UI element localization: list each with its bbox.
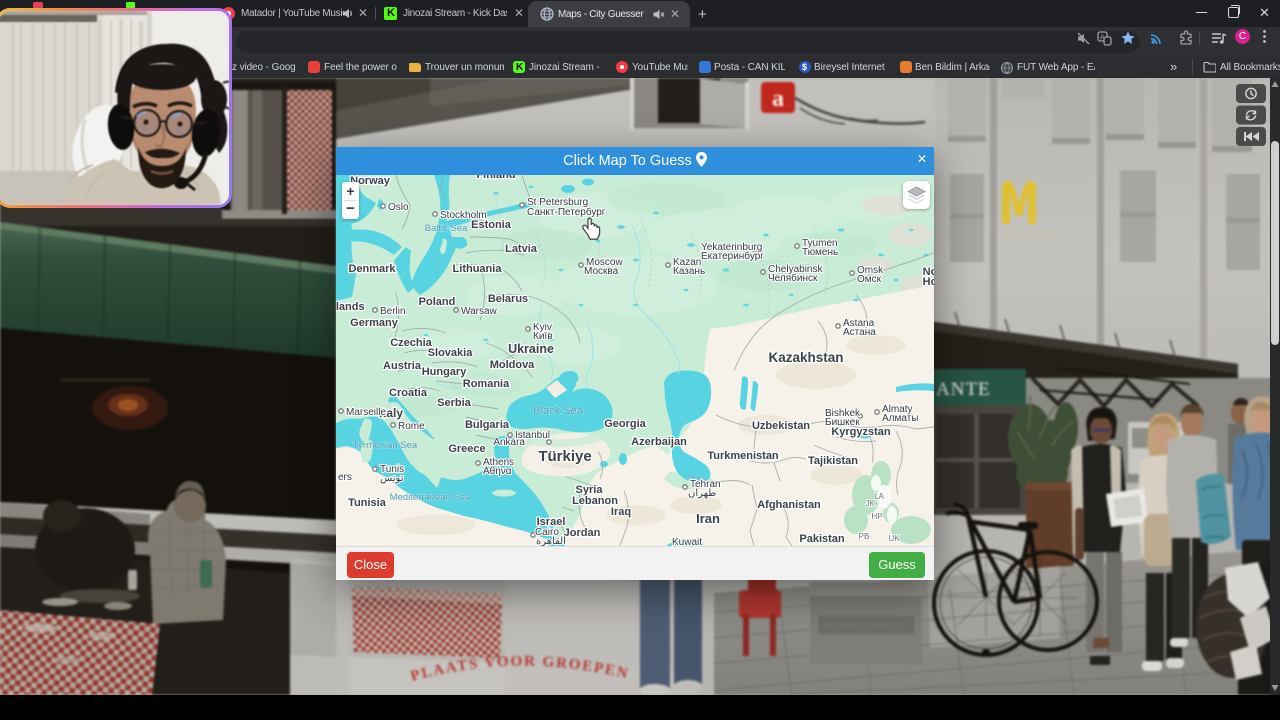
svg-text:Iran: Iran bbox=[696, 511, 720, 526]
svg-text:HP: HP bbox=[871, 512, 882, 521]
svg-text:Uzbekistan: Uzbekistan bbox=[752, 420, 810, 432]
svg-text:Marseille: Marseille bbox=[346, 407, 386, 418]
svg-text:JK: JK bbox=[865, 499, 875, 508]
svg-text:Turkmenistan: Turkmenistan bbox=[707, 450, 779, 462]
svg-text:Black Sea: Black Sea bbox=[533, 405, 583, 417]
svg-text:Jordan: Jordan bbox=[564, 527, 601, 539]
svg-text:Greece: Greece bbox=[448, 443, 485, 455]
svg-text:Ho: Ho bbox=[923, 276, 934, 288]
svg-text:UK: UK bbox=[888, 534, 900, 543]
svg-text:Latvia: Latvia bbox=[505, 243, 538, 255]
svg-text:Berlin: Berlin bbox=[380, 306, 406, 317]
svg-text:تونس: تونس bbox=[380, 473, 404, 484]
svg-text:Kazakhstan: Kazakhstan bbox=[768, 350, 843, 365]
svg-text:Germany: Germany bbox=[350, 317, 399, 329]
svg-text:Ankara: Ankara bbox=[493, 437, 525, 448]
svg-text:Бишкек: Бишкек bbox=[825, 417, 860, 428]
svg-text:Serbia: Serbia bbox=[437, 397, 472, 409]
svg-text:Москва: Москва bbox=[584, 266, 619, 277]
svg-text:Finland: Finland bbox=[476, 175, 515, 181]
svg-text:Ukraine: Ukraine bbox=[508, 342, 554, 356]
svg-text:Санкт-Петербург: Санкт-Петербург bbox=[527, 206, 606, 218]
svg-text:Тюмень: Тюмень bbox=[802, 247, 838, 258]
svg-text:Warsaw: Warsaw bbox=[461, 306, 498, 317]
svg-text:Afghanistan: Afghanistan bbox=[757, 499, 821, 511]
svg-text:Αθήνα: Αθήνα bbox=[483, 465, 512, 477]
svg-text:ANTE: ANTE bbox=[936, 379, 991, 400]
svg-text:Türkiye: Türkiye bbox=[538, 448, 591, 465]
svg-text:Омск: Омск bbox=[857, 274, 882, 285]
svg-text:Hungary: Hungary bbox=[422, 366, 468, 378]
svg-text:Tajikistan: Tajikistan bbox=[808, 455, 858, 467]
svg-text:Baltic Sea: Baltic Sea bbox=[425, 223, 468, 234]
svg-text:LA: LA bbox=[874, 492, 884, 501]
svg-text:Moldova: Moldova bbox=[490, 359, 535, 371]
svg-text:طهران: طهران bbox=[688, 488, 716, 499]
svg-text:Tunisia: Tunisia bbox=[348, 497, 387, 509]
svg-text:Bulgaria: Bulgaria bbox=[465, 419, 510, 431]
svg-text:Denmark: Denmark bbox=[348, 263, 396, 275]
svg-text:Romania: Romania bbox=[463, 378, 510, 390]
svg-text:NIEMEHCELEBRNZN: NIEMEHCELEBRNZN bbox=[822, 622, 902, 631]
svg-text:Челябинск: Челябинск bbox=[768, 272, 818, 284]
svg-text:Rome: Rome bbox=[398, 421, 425, 432]
svg-text:Lithuania: Lithuania bbox=[453, 263, 503, 275]
svg-text:Azerbaijan: Azerbaijan bbox=[631, 436, 687, 448]
svg-text:Czechia: Czechia bbox=[390, 337, 432, 349]
svg-text:Казань: Казань bbox=[673, 266, 705, 277]
svg-text:ers: ers bbox=[338, 472, 352, 483]
svg-text:Belarus: Belarus bbox=[488, 293, 528, 305]
svg-text:Київ: Київ bbox=[533, 331, 553, 342]
svg-text:Austria: Austria bbox=[383, 360, 422, 372]
svg-text:Stockholm: Stockholm bbox=[440, 210, 487, 221]
svg-text:Астана: Астана bbox=[843, 327, 876, 338]
svg-text:erlands: erlands bbox=[336, 301, 365, 313]
svg-text:a: a bbox=[772, 86, 784, 112]
svg-text:Iraq: Iraq bbox=[611, 506, 631, 518]
svg-text:Poland: Poland bbox=[419, 296, 456, 308]
svg-text:Алматы: Алматы bbox=[882, 413, 919, 424]
svg-text:Tyrrhenian Sea: Tyrrhenian Sea bbox=[353, 440, 418, 451]
svg-text:Екатеринбург: Екатеринбург bbox=[701, 250, 764, 262]
svg-text:Kuwait: Kuwait bbox=[672, 537, 702, 546]
svg-text:Slovakia: Slovakia bbox=[428, 347, 474, 359]
svg-text:Georgia: Georgia bbox=[604, 418, 646, 430]
svg-text:Croatia: Croatia bbox=[389, 387, 428, 399]
svg-text:McDonald's: McDonald's bbox=[1003, 230, 1055, 241]
svg-text:Mediterranean Sea: Mediterranean Sea bbox=[390, 492, 472, 503]
svg-text:PB: PB bbox=[859, 532, 870, 541]
svg-text:القاهرة: القاهرة bbox=[536, 536, 566, 546]
svg-text:Pakistan: Pakistan bbox=[799, 533, 845, 545]
svg-text:Oslo: Oslo bbox=[388, 202, 409, 213]
